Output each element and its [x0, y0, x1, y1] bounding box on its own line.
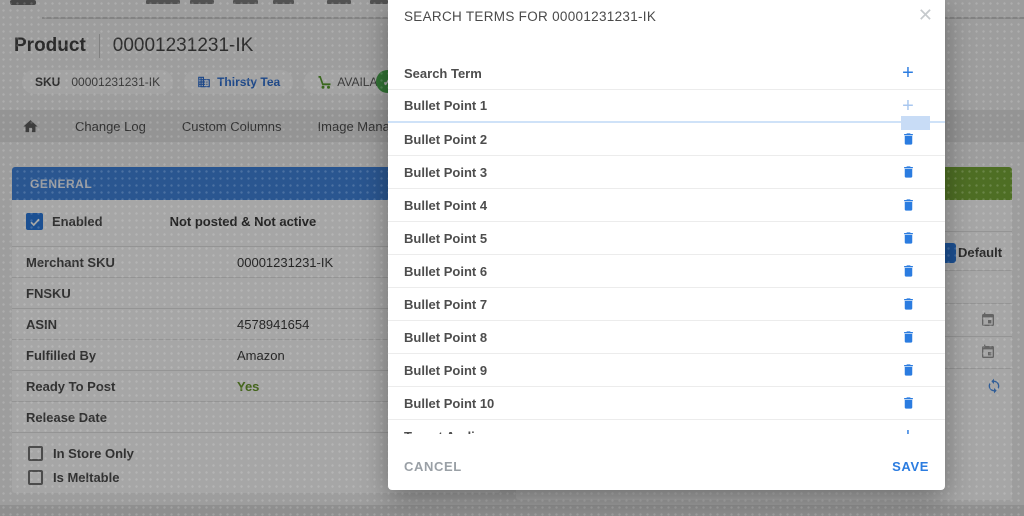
modal-row-bullet-point-1: Bullet Point 1 +: [388, 90, 945, 130]
row-label: Bullet Point 3: [404, 164, 488, 180]
delete-button[interactable]: [895, 263, 921, 279]
save-button[interactable]: SAVE: [892, 459, 929, 474]
search-terms-modal: SEARCH TERMS FOR 00001231231-IK ✕ Search…: [388, 0, 945, 490]
modal-row-bullet-point-6: Bullet Point 6: [388, 255, 945, 288]
trash-icon: [903, 133, 913, 145]
row-label: Bullet Point 9: [404, 362, 488, 378]
delete-button[interactable]: [895, 362, 921, 378]
modal-row-bullet-point-5: Bullet Point 5: [388, 222, 945, 255]
modal-row-bullet-point-2: Bullet Point 2: [388, 123, 945, 156]
delete-button[interactable]: [895, 164, 921, 180]
modal-row-bullet-point-3: Bullet Point 3: [388, 156, 945, 189]
modal-row-bullet-point-10: Bullet Point 10: [388, 387, 945, 420]
delete-button[interactable]: [895, 197, 921, 213]
cancel-button[interactable]: CANCEL: [404, 459, 462, 474]
add-icon: +: [902, 426, 914, 434]
search-terms-list: Search Term + Bullet Point 1 + Bullet Point …: [388, 57, 945, 434]
delete-button[interactable]: [895, 131, 921, 147]
delete-button[interactable]: [895, 296, 921, 312]
delete-button[interactable]: [895, 395, 921, 411]
trash-icon: [903, 364, 913, 376]
row-label: Bullet Point 5: [404, 230, 488, 246]
modal-title: SEARCH TERMS FOR 00001231231-IK: [404, 9, 657, 24]
add-button[interactable]: +: [895, 62, 921, 84]
trash-icon: [903, 331, 913, 343]
trash-icon: [903, 232, 913, 244]
row-label: Bullet Point 4: [404, 197, 488, 213]
modal-row-search-term: Search Term +: [388, 57, 945, 90]
close-icon[interactable]: ✕: [918, 4, 933, 26]
modal-row-bullet-point-4: Bullet Point 4: [388, 189, 945, 222]
modal-row-bullet-point-7: Bullet Point 7: [388, 288, 945, 321]
modal-row-target-audience: Target Audience +: [388, 420, 945, 434]
row-label: Bullet Point 8: [404, 329, 488, 345]
row-label: Bullet Point 10: [404, 395, 495, 411]
scrollbar-thumb[interactable]: [901, 116, 930, 130]
trash-icon: [903, 397, 913, 409]
page-root: Product 00001231231-IK SKU 00001231231-I…: [0, 0, 1024, 516]
add-icon: +: [902, 94, 914, 117]
row-label: Target Audience: [404, 429, 895, 435]
trash-icon: [903, 298, 913, 310]
row-label: Bullet Point 6: [404, 263, 488, 279]
trash-icon: [903, 265, 913, 277]
modal-footer: CANCEL SAVE: [404, 452, 929, 480]
add-button[interactable]: +: [895, 94, 921, 117]
trash-icon: [903, 199, 913, 211]
row-label: Bullet Point 1: [404, 98, 488, 113]
delete-button[interactable]: [895, 230, 921, 246]
delete-button[interactable]: [895, 329, 921, 345]
modal-row-bullet-point-9: Bullet Point 9: [388, 354, 945, 387]
row-label: Search Term: [404, 65, 482, 81]
trash-icon: [903, 166, 913, 178]
row-label: Bullet Point 2: [404, 131, 488, 147]
row-label: Bullet Point 7: [404, 296, 488, 312]
add-icon: +: [902, 62, 914, 84]
add-button[interactable]: +: [895, 426, 921, 434]
modal-row-bullet-point-8: Bullet Point 8: [388, 321, 945, 354]
